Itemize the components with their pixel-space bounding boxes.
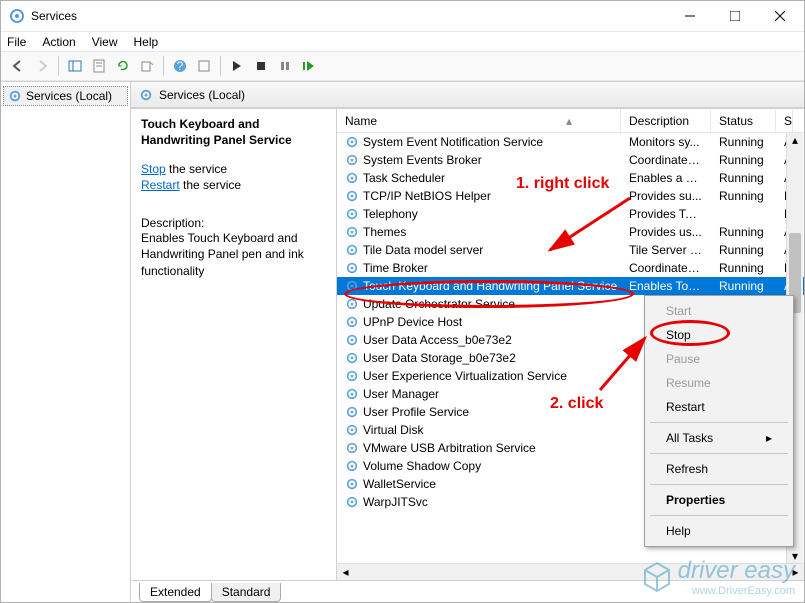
forward-button[interactable] — [31, 55, 53, 77]
service-row[interactable]: Task SchedulerEnables a us...RunningA — [337, 169, 804, 187]
pause-service-button[interactable] — [274, 55, 296, 77]
service-row[interactable]: Tile Data model serverTile Server f...Ru… — [337, 241, 804, 259]
col-startup[interactable]: S — [776, 109, 793, 132]
main-header: Services (Local) — [131, 82, 804, 108]
column-headers: Name▴ Description Status S — [337, 109, 804, 133]
gear-icon — [345, 207, 359, 221]
start-service-button[interactable] — [226, 55, 248, 77]
col-description[interactable]: Description — [621, 109, 711, 132]
show-hide-tree-button[interactable] — [64, 55, 86, 77]
ctx-pause: Pause — [648, 347, 790, 371]
service-row[interactable]: ThemesProvides us...RunningA — [337, 223, 804, 241]
refresh-button[interactable] — [112, 55, 134, 77]
gear-icon — [345, 315, 359, 329]
gear-icon — [345, 387, 359, 401]
gear-icon — [8, 89, 22, 103]
col-name[interactable]: Name▴ — [337, 109, 621, 132]
context-menu: Start Stop Pause Resume Restart All Task… — [644, 295, 794, 547]
tree-item-services-local[interactable]: Services (Local) — [3, 86, 128, 106]
chevron-right-icon: ▸ — [766, 431, 772, 445]
main-header-label: Services (Local) — [159, 88, 245, 102]
detail-pane: Touch Keyboard and Handwriting Panel Ser… — [131, 109, 337, 580]
menu-file[interactable]: File — [7, 35, 26, 49]
service-row[interactable]: TelephonyProvides Tel...M — [337, 205, 804, 223]
gear-icon — [345, 351, 359, 365]
scroll-left-icon[interactable]: ◂ — [337, 564, 354, 580]
gear-icon — [139, 88, 153, 102]
ctx-properties[interactable]: Properties — [648, 488, 790, 512]
gear-icon — [345, 297, 359, 311]
properties-button[interactable] — [88, 55, 110, 77]
minimize-button[interactable] — [667, 1, 712, 31]
ctx-all-tasks[interactable]: All Tasks▸ — [648, 426, 790, 450]
gear-icon — [345, 171, 359, 185]
gear-icon — [345, 243, 359, 257]
window-title: Services — [31, 9, 667, 23]
stop-service-button[interactable] — [250, 55, 272, 77]
titlebar: Services — [1, 1, 804, 31]
export-button[interactable] — [136, 55, 158, 77]
gear-icon — [345, 279, 359, 293]
service-row[interactable]: Touch Keyboard and Handwriting Panel Ser… — [337, 277, 804, 295]
gear-icon — [345, 459, 359, 473]
menubar: File Action View Help — [1, 31, 804, 51]
tree-pane: Services (Local) — [1, 82, 131, 602]
service-row[interactable]: System Event Notification ServiceMonitor… — [337, 133, 804, 151]
ctx-stop[interactable]: Stop — [648, 323, 790, 347]
menu-help[interactable]: Help — [134, 35, 159, 49]
gear-icon — [345, 495, 359, 509]
service-row[interactable]: TCP/IP NetBIOS HelperProvides su...Runni… — [337, 187, 804, 205]
ctx-restart[interactable]: Restart — [648, 395, 790, 419]
restart-link[interactable]: Restart — [141, 178, 180, 192]
col-status[interactable]: Status — [711, 109, 776, 132]
horizontal-scrollbar[interactable]: ◂ ▸ — [337, 563, 804, 580]
toolbar: ? — [1, 51, 804, 81]
service-row[interactable]: Time BrokerCoordinates...RunningM — [337, 259, 804, 277]
ctx-resume: Resume — [648, 371, 790, 395]
menu-view[interactable]: View — [92, 35, 118, 49]
gear-icon — [345, 261, 359, 275]
ctx-refresh[interactable]: Refresh — [648, 457, 790, 481]
gear-icon — [345, 441, 359, 455]
tab-extended[interactable]: Extended — [139, 583, 212, 602]
gear-icon — [345, 477, 359, 491]
ctx-start: Start — [648, 299, 790, 323]
tree-item-label: Services (Local) — [26, 89, 112, 103]
ctx-help[interactable]: Help — [648, 519, 790, 543]
gear-icon — [345, 189, 359, 203]
maximize-button[interactable] — [712, 1, 757, 31]
menu-action[interactable]: Action — [42, 35, 75, 49]
gear-icon — [345, 405, 359, 419]
gear-icon — [345, 225, 359, 239]
gear-icon — [345, 135, 359, 149]
tab-standard[interactable]: Standard — [211, 583, 282, 602]
restart-service-button[interactable] — [298, 55, 320, 77]
gear-icon — [345, 333, 359, 347]
svg-text:?: ? — [177, 59, 184, 73]
scroll-right-icon[interactable]: ▸ — [787, 564, 804, 580]
view-tabs: Extended Standard — [131, 580, 804, 602]
service-title: Touch Keyboard and Handwriting Panel Ser… — [141, 117, 326, 148]
services-app-icon — [9, 8, 25, 24]
description-text: Enables Touch Keyboard and Handwriting P… — [141, 230, 326, 279]
close-button[interactable] — [757, 1, 802, 31]
gear-icon — [345, 369, 359, 383]
gear-icon — [345, 153, 359, 167]
stop-link[interactable]: Stop — [141, 162, 166, 176]
toolbar-icon[interactable] — [193, 55, 215, 77]
description-label: Description: — [141, 216, 326, 230]
gear-icon — [345, 423, 359, 437]
back-button[interactable] — [7, 55, 29, 77]
service-row[interactable]: System Events BrokerCoordinates...Runnin… — [337, 151, 804, 169]
help-button[interactable]: ? — [169, 55, 191, 77]
